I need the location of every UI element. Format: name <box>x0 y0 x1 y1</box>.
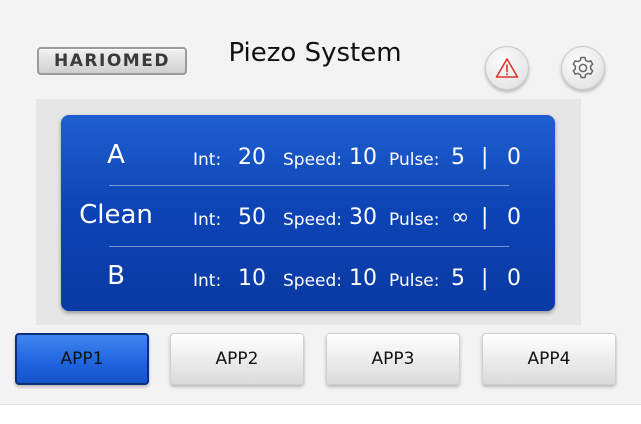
program-name: A <box>107 140 125 170</box>
app1-button[interactable]: APP1 <box>15 333 149 385</box>
pulse-label: Pulse: <box>389 271 440 291</box>
int-label: Int: <box>193 210 222 230</box>
brand-logo-text: HARIOMED <box>54 51 170 71</box>
speed-label: Speed: <box>283 150 343 170</box>
page-title: Piezo System <box>228 38 402 68</box>
speed-value: 30 <box>349 205 377 230</box>
speed-label: Speed: <box>283 210 343 230</box>
program-row-b[interactable]: B Int: 10 Speed: 10 Pulse: 5 | 0 <box>61 248 555 308</box>
pulse-value: 5 <box>451 145 465 170</box>
program-row-clean[interactable]: Clean Int: 50 Speed: 30 Pulse: ∞ | 0 <box>61 187 555 247</box>
speed-value: 10 <box>349 145 377 170</box>
row-divider <box>109 246 509 247</box>
program-row-a[interactable]: A Int: 20 Speed: 10 Pulse: 5 | 0 <box>61 127 555 187</box>
settings-button[interactable] <box>561 46 605 90</box>
extra-value: 0 <box>507 145 521 170</box>
speed-label: Speed: <box>283 271 343 291</box>
program-panel: A Int: 20 Speed: 10 Pulse: 5 | 0 Clean I… <box>61 115 555 311</box>
separator: | <box>481 266 489 291</box>
app3-button[interactable]: APP3 <box>326 333 460 385</box>
brand-logo: HARIOMED <box>37 47 187 75</box>
app2-button[interactable]: APP2 <box>170 333 304 385</box>
separator: | <box>481 145 489 170</box>
row-divider <box>109 185 509 186</box>
separator: | <box>481 205 489 230</box>
extra-value: 0 <box>507 266 521 291</box>
pulse-value: 5 <box>451 266 465 291</box>
program-name: Clean <box>79 200 153 230</box>
pulse-value: ∞ <box>451 205 470 230</box>
speed-value: 10 <box>349 266 377 291</box>
pulse-label: Pulse: <box>389 210 440 230</box>
pulse-label: Pulse: <box>389 150 440 170</box>
program-name: B <box>107 261 125 291</box>
device-screen: HARIOMED Piezo System A Int: 20 Speed: 1… <box>0 0 641 405</box>
int-label: Int: <box>193 271 222 291</box>
int-value: 10 <box>238 266 266 291</box>
app4-button[interactable]: APP4 <box>482 333 616 385</box>
int-value: 50 <box>238 205 266 230</box>
warning-triangle-icon <box>495 58 519 78</box>
alarm-button[interactable] <box>485 46 529 90</box>
int-value: 20 <box>238 145 266 170</box>
gear-icon <box>572 56 594 79</box>
extra-value: 0 <box>507 205 521 230</box>
int-label: Int: <box>193 150 222 170</box>
